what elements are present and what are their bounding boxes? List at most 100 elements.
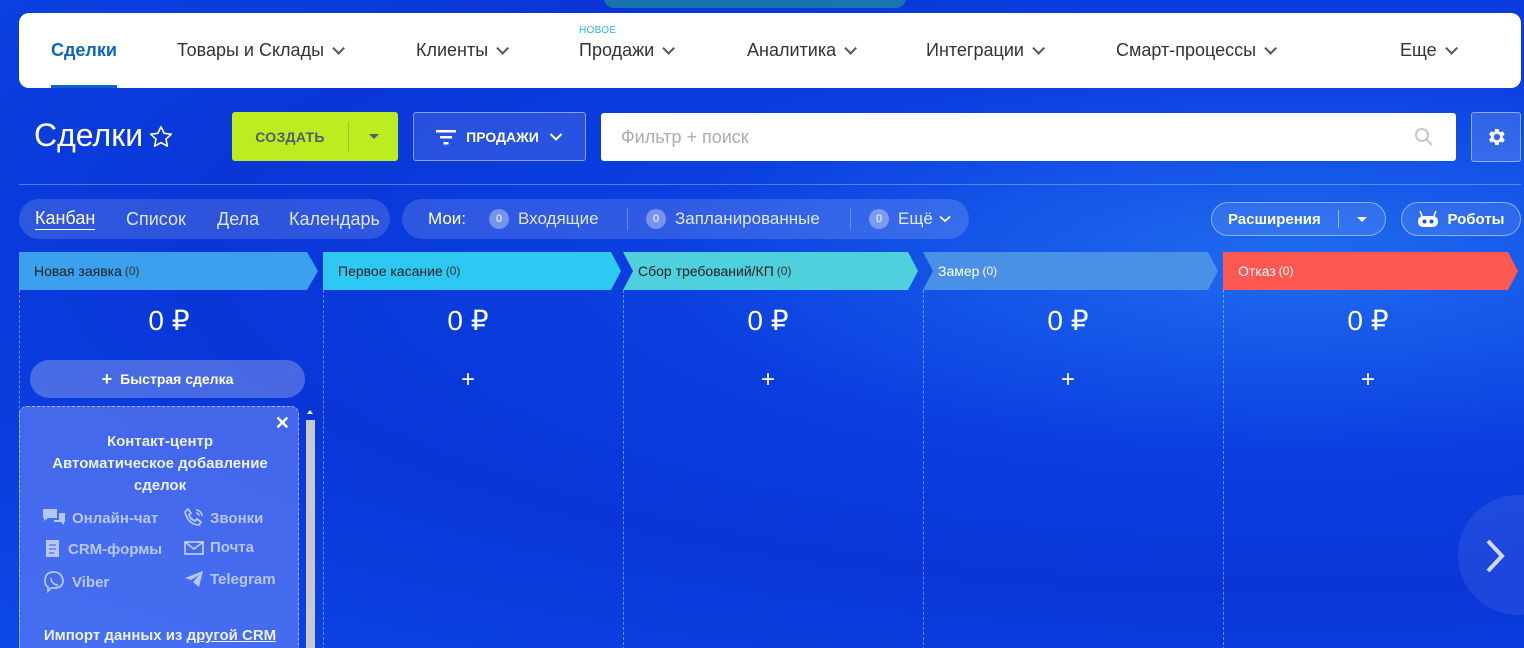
nav-item-analytics[interactable]: Аналитика — [747, 13, 858, 88]
channel-label: CRM-формы — [68, 540, 163, 558]
nav-label: Смарт-процессы — [1116, 40, 1257, 60]
column-divider — [623, 290, 624, 648]
button-separator — [1337, 210, 1339, 228]
promo-title-line: Автоматическое добавление — [52, 455, 268, 472]
stage-header[interactable]: Первое касание (0) — [323, 252, 460, 290]
sales-funnel-button[interactable]: ПРОДАЖИ — [413, 112, 586, 161]
import-text: Импорт данных из — [43, 627, 187, 644]
funnel-icon — [436, 129, 457, 144]
channel-telegram[interactable]: Telegram — [184, 570, 276, 588]
chevron-down-icon — [332, 42, 346, 55]
stage-count: (0) — [776, 264, 792, 278]
promo-title-line: сделок — [133, 477, 187, 494]
nav-item-smart-processes[interactable]: Смарт-процессы — [1116, 13, 1278, 88]
nav-item-integrations[interactable]: Интеграции — [926, 13, 1045, 88]
add-deal-button[interactable]: + — [318, 366, 618, 394]
nav-label: Аналитика — [747, 40, 837, 60]
nav-item-clients[interactable]: Клиенты — [416, 13, 510, 88]
view-kanban[interactable]: Канбан — [35, 208, 96, 230]
nav-item-deals[interactable]: Сделки — [51, 13, 117, 88]
stage-header[interactable]: Отказ (0) — [1223, 252, 1293, 290]
stage-count: (0) — [445, 264, 461, 278]
import-link-text[interactable]: другой CRM — [187, 627, 277, 644]
import-link[interactable]: Импорт данных из другой CRM — [20, 627, 300, 644]
stage-name: Первое касание — [338, 263, 443, 279]
nav-label: Товары и Склады — [177, 40, 325, 60]
view-calendar[interactable]: Календарь — [289, 209, 380, 230]
viber-icon — [44, 571, 64, 594]
column-divider — [923, 290, 924, 648]
contact-center-promo: ✕ Контакт-центр Автоматическое добавлени… — [19, 406, 299, 648]
phone-icon — [184, 508, 203, 526]
scrollbar[interactable] — [306, 420, 315, 648]
scroll-up-icon[interactable] — [307, 410, 313, 414]
form-icon — [46, 540, 59, 557]
toolbar-divider — [19, 184, 1521, 185]
stage-count: (0) — [982, 264, 998, 278]
robots-label: Роботы — [1447, 210, 1505, 228]
stage-sum: 0 ₽ — [1347, 305, 1389, 336]
channel-label: Звонки — [210, 509, 264, 527]
counter-more[interactable]: 0 Ещё — [869, 199, 951, 239]
nav-label: Еще — [1400, 40, 1437, 60]
channel-mail[interactable]: Почта — [184, 539, 254, 556]
channel-calls[interactable]: Звонки — [184, 508, 263, 528]
counter-label: Ещё — [898, 209, 933, 228]
stage-header[interactable]: Новая заявка (0) — [19, 252, 140, 290]
nav-item-sales[interactable]: НОВОЕ Продажи — [579, 13, 676, 88]
quick-deal-label: Быстрая сделка — [120, 371, 234, 387]
add-deal-button[interactable]: + — [1218, 366, 1518, 394]
create-button[interactable]: СОЗДАТЬ — [232, 112, 398, 161]
chat-icon — [43, 509, 65, 525]
counter-badge: 0 — [869, 209, 889, 229]
chevron-right-icon — [1486, 539, 1505, 573]
top-navigation: Сделки Товары и Склады Клиенты НОВОЕ Прод… — [19, 13, 1521, 88]
stage-sum: 0 ₽ — [747, 305, 789, 336]
nav-item-products[interactable]: Товары и Склады — [177, 13, 346, 88]
search-input[interactable] — [601, 113, 1381, 161]
counters-label: Мои: — [428, 209, 467, 228]
quick-deal-button[interactable]: + Быстрая сделка — [30, 360, 305, 398]
nav-label: Клиенты — [416, 40, 489, 60]
stage-name: Новая заявка — [34, 263, 122, 279]
view-switcher: Канбан Список Дела Календарь — [19, 199, 390, 239]
stage-sum: 0 ₽ — [148, 305, 190, 336]
mail-icon — [184, 540, 204, 555]
settings-button[interactable] — [1471, 112, 1521, 162]
caret-down-icon[interactable] — [1356, 216, 1367, 222]
stage-sum: 0 ₽ — [447, 305, 489, 336]
nav-label: Интеграции — [926, 40, 1024, 60]
search-icon[interactable] — [1414, 127, 1434, 147]
robots-button[interactable]: Роботы — [1401, 202, 1521, 236]
robot-icon — [1418, 210, 1439, 227]
view-list[interactable]: Список — [126, 209, 186, 230]
extensions-label: Расширения — [1228, 210, 1321, 228]
new-badge: НОВОЕ — [579, 25, 617, 36]
add-deal-button[interactable]: + — [918, 366, 1218, 394]
add-deal-button[interactable]: + — [618, 366, 918, 394]
promo-title: Контакт-центр Автоматическое добавление … — [20, 431, 300, 497]
filter-search-box — [601, 113, 1456, 161]
promo-title-line: Контакт-центр — [106, 433, 214, 450]
star-icon[interactable] — [148, 124, 174, 150]
stage-header[interactable]: Замер (0) — [923, 252, 997, 290]
chevron-down-icon — [662, 42, 676, 55]
view-activities[interactable]: Дела — [217, 209, 259, 230]
plus-icon: + — [101, 368, 113, 389]
channel-viber[interactable]: Viber — [42, 570, 109, 594]
nav-item-more[interactable]: Еще — [1400, 13, 1458, 88]
create-dropdown-arrow[interactable] — [349, 134, 398, 139]
caret-down-icon — [368, 134, 379, 139]
counter-separator — [850, 208, 851, 230]
counter-label: Входящие — [518, 209, 599, 228]
counter-incoming[interactable]: 0 Входящие — [489, 199, 599, 239]
channel-online-chat[interactable]: Онлайн-чат — [42, 508, 158, 528]
counter-planned[interactable]: 0 Запланированные — [646, 199, 820, 239]
counter-badge: 0 — [489, 209, 509, 229]
stage-header[interactable]: Сбор требований/КП (0) — [623, 252, 791, 290]
extensions-button[interactable]: Расширения — [1211, 202, 1386, 236]
chevron-down-icon — [844, 42, 858, 55]
stage-name: Отказ — [1238, 263, 1276, 279]
counter-separator — [627, 208, 628, 230]
channel-crm-forms[interactable]: CRM-формы — [44, 539, 162, 559]
